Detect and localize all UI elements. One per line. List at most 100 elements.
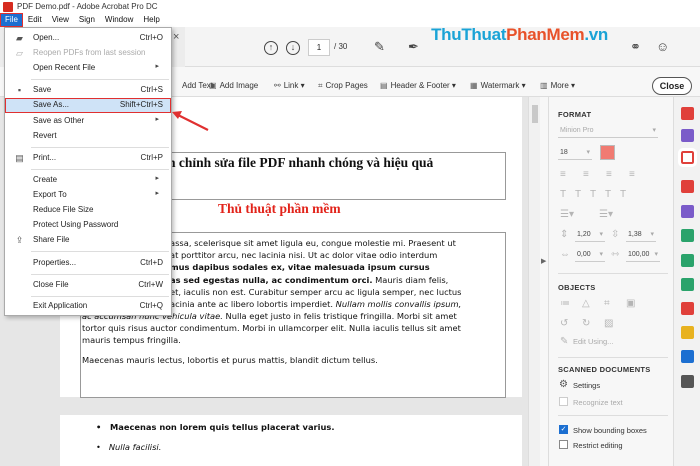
menu-item-reduce-file-size[interactable]: Reduce File Size [5, 203, 171, 218]
menu-item-revert[interactable]: Revert [5, 129, 171, 144]
align-justify-icon[interactable]: ≡ [629, 169, 635, 180]
tab-close-icon[interactable]: × [173, 31, 179, 43]
menu-item-reopen[interactable]: ▱ Reopen PDFs from last session [5, 46, 171, 61]
bold-icon[interactable]: T [560, 189, 566, 200]
menu-item-print[interactable]: ▤ Print... Ctrl+P [5, 151, 171, 166]
show-bounding-boxes-label: Show bounding boxes [573, 426, 647, 435]
show-bounding-boxes-checkbox[interactable]: ✓ [559, 425, 568, 434]
document-scrollbar[interactable] [528, 97, 540, 466]
menu-item-label: Exit Application [33, 301, 88, 310]
fill-sign-icon[interactable] [681, 205, 694, 218]
document-subtitle[interactable]: Thủ thuật phần mềm [218, 201, 341, 217]
list-objects-icon[interactable]: ≔ [560, 298, 570, 309]
bullet-item-1[interactable]: • Maecenas non lorem quis tellus placera… [96, 422, 334, 432]
font-family-select[interactable]: Minion Pro ▾ [558, 125, 658, 138]
combine-files-icon[interactable] [681, 129, 694, 142]
gear-icon[interactable]: ⚙ [559, 379, 568, 390]
superscript-icon[interactable]: T [605, 189, 611, 200]
menu-help[interactable]: Help [138, 13, 164, 27]
bullet-item-2[interactable]: • Nulla facilisi. [96, 442, 161, 452]
collapse-arrow-icon[interactable]: ▶ [541, 257, 546, 265]
italic-icon[interactable]: T [575, 189, 581, 200]
menu-file[interactable]: File [0, 13, 23, 27]
horizontal-scale-select[interactable]: 100,00 ▾ [626, 249, 660, 262]
font-color-swatch[interactable] [600, 145, 615, 160]
share-user-icon[interactable]: ☺ [656, 39, 669, 54]
close-tool-button[interactable]: Close [652, 77, 692, 95]
highlight-pen-icon[interactable]: ✎ [374, 39, 385, 55]
arrange-icon[interactable]: ▣ [626, 298, 635, 309]
menu-item-save-as[interactable]: Save As... Shift+Ctrl+S [5, 98, 171, 113]
add-image-button[interactable]: ▣ Add Image [209, 81, 258, 90]
menu-item-open-recent[interactable]: Open Recent File ▸ [5, 61, 171, 76]
watermark-button[interactable]: ▦ Watermark ▾ [470, 81, 526, 90]
crop-pages-button[interactable]: ⌗ Crop Pages [318, 81, 368, 91]
panel-splitter[interactable]: ▶ [540, 97, 548, 466]
menu-separator [31, 147, 169, 148]
share-link-icon[interactable]: ⚭ [630, 39, 641, 55]
sign-pen-icon[interactable]: ✒ [408, 39, 419, 55]
scroll-thumb[interactable] [532, 105, 538, 123]
more-tools-icon[interactable] [681, 375, 694, 388]
restrict-editing-checkbox[interactable] [559, 440, 568, 449]
pdf-page-2[interactable]: • Maecenas non lorem quis tellus placera… [60, 415, 522, 466]
menu-item-protect-password[interactable]: Protect Using Password [5, 218, 171, 233]
edit-using-icon: ✎ [560, 336, 569, 347]
font-size-select[interactable]: 18 ▾ [558, 147, 592, 160]
paragraph-2[interactable]: Maecenas mauris lectus, lobortis et puru… [82, 354, 512, 366]
menu-window[interactable]: Window [100, 13, 138, 27]
menu-item-save-as-other[interactable]: Save as Other ▸ [5, 114, 171, 129]
numbered-list-icon[interactable]: ☰▾ [599, 209, 613, 220]
menu-item-exit[interactable]: Exit Application Ctrl+Q [5, 299, 171, 314]
document-title[interactable]: n chỉnh sửa file PDF nhanh chóng và hiệu… [168, 155, 433, 171]
previous-page-icon[interactable]: ↑ [264, 41, 278, 55]
edit-using-dropdown[interactable]: Edit Using... [573, 337, 613, 346]
bullet-list-icon[interactable]: ☰▾ [560, 209, 574, 220]
underline-icon[interactable]: T [590, 189, 596, 200]
menu-item-properties[interactable]: Properties... Ctrl+D [5, 256, 171, 271]
export-pdf-icon[interactable] [681, 180, 694, 193]
redact-icon[interactable] [681, 302, 694, 315]
menu-item-open[interactable]: ▰ Open... Ctrl+O [5, 31, 171, 46]
rotate-right-icon[interactable]: ↻ [582, 318, 590, 329]
header-footer-button[interactable]: ▤ Header & Footer ▾ [380, 81, 456, 90]
recognize-text-checkbox[interactable] [559, 397, 568, 406]
line-spacing-select[interactable]: 1,20 ▾ [575, 229, 605, 242]
char-spacing-select[interactable]: 0,00 ▾ [575, 249, 605, 262]
menu-item-label: Properties... [33, 258, 77, 267]
crop-object-icon[interactable]: ⌗ [604, 298, 610, 309]
comment-icon[interactable] [681, 326, 694, 339]
scan-ocr-icon[interactable] [681, 278, 694, 291]
align-right-icon[interactable]: ≡ [606, 169, 612, 180]
menu-item-close-file[interactable]: Close File Ctrl+W [5, 278, 171, 293]
flip-vertical-icon[interactable]: △ [582, 298, 590, 309]
menu-item-label: Save As... [33, 100, 70, 109]
settings-link[interactable]: Settings [573, 381, 600, 390]
send-for-signature-icon[interactable] [681, 229, 694, 242]
align-center-icon[interactable]: ≡ [583, 169, 589, 180]
edit-pdf-icon[interactable] [678, 148, 697, 167]
font-family-value: Minion Pro [560, 127, 594, 134]
page-number-input[interactable]: 1 [308, 39, 330, 56]
menu-view[interactable]: View [47, 13, 74, 27]
organize-pages-icon[interactable] [681, 254, 694, 267]
format-panel: FORMAT Minion Pro ▾ 18 ▾ ≡ ≡ ≡ ≡ T T T T T… [548, 97, 673, 466]
align-left-icon[interactable]: ≡ [560, 169, 566, 180]
more-button[interactable]: ▥ More ▾ [540, 81, 575, 90]
menu-item-export-to[interactable]: Export To ▸ [5, 188, 171, 203]
paragraph-spacing-select[interactable]: 1,38 ▾ [626, 229, 656, 242]
menu-edit[interactable]: Edit [23, 13, 47, 27]
subscript-icon[interactable]: T [620, 189, 626, 200]
save-icon: ▪ [17, 85, 22, 95]
menu-item-share-file[interactable]: ⇪ Share File [5, 233, 171, 248]
paragraph-1[interactable]: assa, scelerisque sit amet ligula eu, co… [170, 237, 528, 310]
create-pdf-icon[interactable] [681, 107, 694, 120]
rotate-left-icon[interactable]: ↺ [560, 318, 568, 329]
replace-image-icon[interactable]: ▨ [604, 318, 613, 329]
menu-sign[interactable]: Sign [74, 13, 100, 27]
menu-item-save[interactable]: ▪ Save Ctrl+S [5, 83, 171, 98]
protect-icon[interactable] [681, 350, 694, 363]
next-page-icon[interactable]: ↓ [286, 41, 300, 55]
link-button[interactable]: ⚯ Link ▾ [274, 81, 305, 90]
menu-item-create[interactable]: Create ▸ [5, 173, 171, 188]
